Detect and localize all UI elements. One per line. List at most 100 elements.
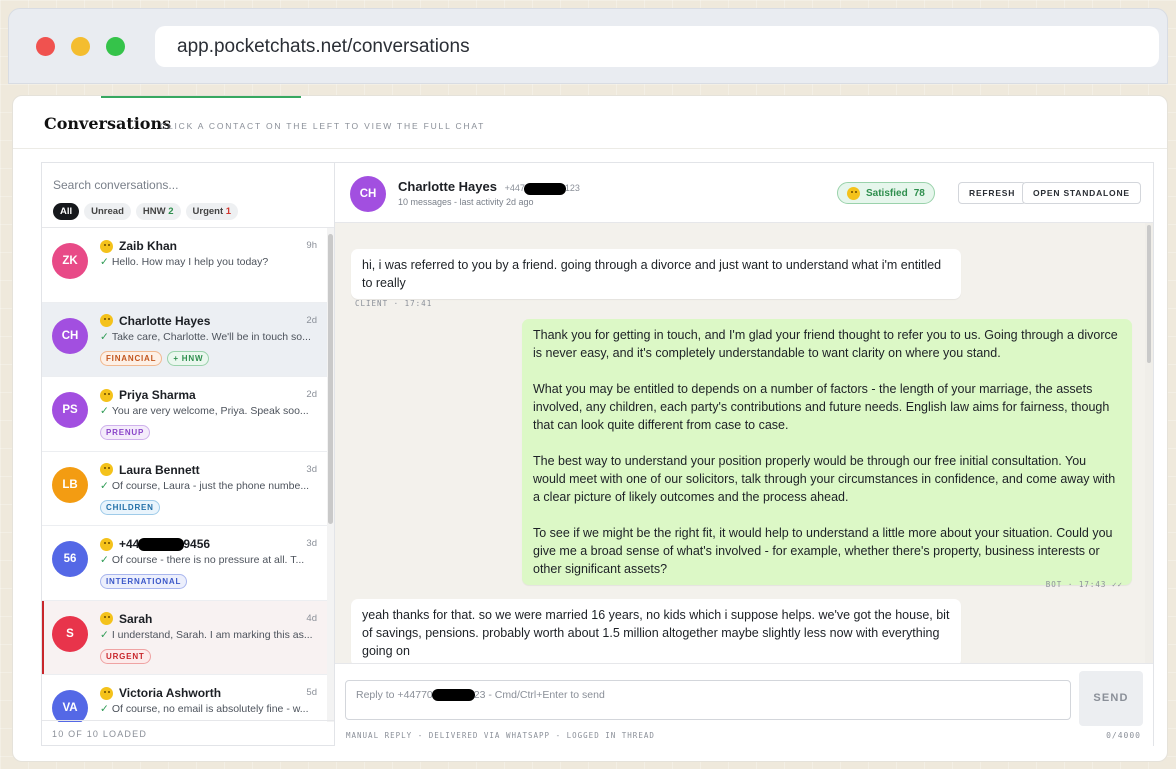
sidebar-scrollbar[interactable]	[327, 228, 334, 722]
preview-text: Take care, Charlotte. We'll be in touch …	[111, 330, 311, 343]
conversation-name: Sarah	[100, 612, 152, 626]
conversation-tags: FINANCIAL + HNW	[100, 350, 210, 366]
conversation-name-text: Charlotte Hayes	[119, 314, 210, 328]
name-text: Sarah	[119, 611, 153, 626]
conversation-name: +44 9456	[100, 537, 211, 552]
conversation-tags: PRENUP	[100, 425, 151, 440]
browser-chrome: app.pocketchats.net/conversations	[8, 8, 1168, 84]
conversation-name: Charlotte Hayes	[100, 314, 210, 328]
name-text: Priya Sharma	[119, 388, 196, 402]
conversation-time: 9h	[306, 240, 317, 251]
smiley-icon	[847, 186, 860, 200]
refresh-button[interactable]: REFRESH	[958, 182, 1027, 204]
reply-input[interactable]: Reply to +44770 23 - Cmd/Ctrl+Enter to se…	[345, 680, 1071, 720]
conversation-item[interactable]: 56 +44 9456 3d ✓ Of course - there is no pres…	[42, 526, 328, 601]
conversation-preview: ✓ You are very welcome, Priya. Speak soo.…	[100, 405, 318, 417]
minimize-window-button[interactable]	[71, 37, 90, 56]
conversation-tags: URGENT	[100, 648, 151, 664]
check-icon: ✓	[100, 330, 109, 343]
conversation-item[interactable]: S Sarah 4d ✓ I understand, Sarah. I am marki…	[42, 600, 328, 675]
scrollbar-thumb[interactable]	[328, 234, 333, 524]
check-icon: ✓	[100, 628, 109, 641]
char-count: 0/4000	[1106, 731, 1141, 740]
smiley-icon	[100, 463, 113, 476]
smiley-icon	[100, 314, 113, 327]
conversation-item[interactable]: ZK Zaib Khan 9h ✓ Hello. How may I help you …	[42, 228, 328, 303]
filter-count: 1	[225, 206, 232, 217]
preview-text: I understand, Sarah. I am marking this a…	[111, 628, 313, 641]
scrollbar-thumb[interactable]	[1147, 225, 1151, 363]
open-standalone-button[interactable]: OPEN STANDALONE	[1022, 182, 1141, 204]
composer: Reply to +44770 23 - Cmd/Ctrl+Enter to se…	[335, 663, 1153, 747]
preview-text: Of course, no email is absolutely fine -…	[111, 703, 309, 715]
chat-pane: CH Charlotte Hayes +447 123 10 messages -…	[334, 162, 1154, 747]
conversation-preview: ✓ Take care, Charlotte. We'll be in touch…	[100, 331, 318, 343]
conversation-name: Victoria Ashworth	[100, 686, 221, 700]
maximize-window-button[interactable]	[106, 37, 125, 56]
conversation-time: 3d	[306, 463, 317, 475]
message-text: hi, i was referred to you by a friend. g…	[362, 258, 942, 290]
preview-text: Hello. How may I help you today?	[111, 256, 269, 268]
preview-text: Of course - there is no pressure at all.…	[111, 554, 305, 566]
message-meta: BOT · 17:43 ✓✓	[1045, 580, 1123, 589]
conversation-tags: INTERNATIONAL	[100, 574, 188, 589]
preview-text: Of course, Laura - just the phone numbe.…	[111, 479, 310, 492]
name-suffix: 9456	[183, 537, 211, 551]
conversation-item[interactable]: PS Priya Sharma 2d ✓ You are very welcome, P…	[42, 377, 328, 452]
address-bar[interactable]: app.pocketchats.net/conversations	[155, 26, 1159, 67]
conversation-time: 5d	[306, 687, 317, 698]
conversation-name-text: Victoria Ashworth	[119, 686, 221, 700]
filter-urgent[interactable]: Urgent 1	[185, 203, 239, 220]
search-area: All Unread HNW 2 Urgent 1	[42, 163, 334, 228]
avatar: VA	[52, 690, 88, 722]
message-text: The best way to understand your position…	[533, 454, 1116, 504]
avatar: S	[52, 615, 88, 652]
contact-name: Charlotte Hayes +447 123	[398, 179, 580, 195]
conversation-time: 2d	[306, 389, 317, 400]
filter-hnw[interactable]: HNW 2	[135, 203, 181, 220]
avatar: ZK	[52, 243, 88, 279]
send-button[interactable]: SEND	[1079, 671, 1143, 726]
contact-phone: +447 123	[505, 182, 580, 195]
page-title: Conversations	[44, 114, 172, 133]
close-window-button[interactable]	[36, 37, 55, 56]
tag-urgent: URGENT	[100, 648, 151, 664]
conversation-item[interactable]: LB Laura Bennett 3d ✓ Of course, Laura - jus…	[42, 452, 328, 526]
message-meta: CLIENT · 17:41	[355, 299, 433, 308]
conversation-item[interactable]: VA Victoria Ashworth 5d ✓ Of course, no emai…	[42, 675, 328, 722]
conversation-name-text: +44 9456	[119, 537, 211, 552]
conversation-tags: CHILDREN	[100, 499, 160, 515]
tag-prenup: PRENUP	[100, 425, 151, 440]
chat-scrollbar[interactable]	[1145, 223, 1153, 663]
redaction-mark	[138, 538, 185, 552]
sentiment-label: Satisfied	[866, 187, 908, 199]
tag-international: INTERNATIONAL	[100, 574, 188, 589]
avatar: PS	[52, 392, 88, 428]
conversation-name: Laura Bennett	[100, 463, 200, 477]
composer-note: MANUAL REPLY - DELIVERED VIA WHATSAPP - …	[346, 731, 655, 740]
conversation-item[interactable]: CH Charlotte Hayes 2d ✓ Take care, Charlotte…	[42, 302, 328, 377]
conversation-preview: ✓ I understand, Sarah. I am marking this …	[100, 629, 318, 641]
filter-unread[interactable]: Unread	[84, 203, 131, 220]
message-bubble-client: yeah thanks for that. so we were married…	[351, 599, 961, 663]
conversation-time: 3d	[306, 538, 317, 549]
smiley-icon	[100, 388, 113, 402]
conversation-name-text: Zaib Khan	[119, 239, 177, 253]
search-input[interactable]	[53, 178, 323, 192]
message-thread: hi, i was referred to you by a friend. g…	[335, 223, 1147, 663]
filter-all[interactable]: All	[53, 203, 80, 220]
redaction-mark	[523, 182, 566, 195]
conversation-name: Priya Sharma	[100, 388, 196, 402]
smiley-icon	[100, 239, 113, 253]
conversation-preview: ✓ Of course, Laura - just the phone numbe…	[100, 480, 318, 492]
smiley-icon	[100, 537, 113, 551]
accent-line	[101, 96, 301, 98]
filter-label: All	[60, 206, 73, 217]
tag-hnw: + HNW	[167, 350, 210, 366]
smiley-icon	[100, 612, 113, 625]
smiley-icon	[100, 686, 113, 700]
check-icon: ✓	[100, 554, 109, 566]
header-divider	[13, 148, 1167, 149]
conversation-name-text: Priya Sharma	[119, 388, 196, 402]
message-bubble-client: hi, i was referred to you by a friend. g…	[351, 249, 961, 299]
